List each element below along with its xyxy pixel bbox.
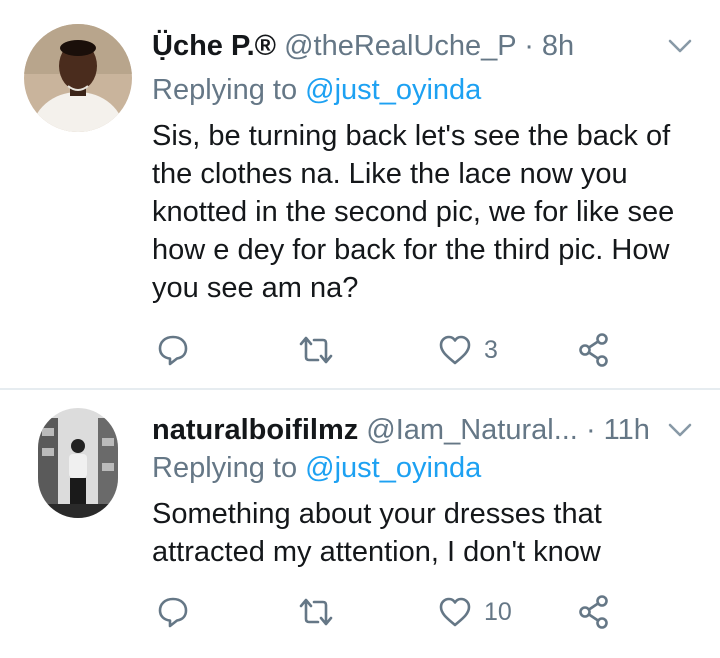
- mention-link[interactable]: @just_oyinda: [305, 452, 481, 484]
- tweet[interactable]: Ụ̈che P.® @theRealUche_P · 8h Replying t…: [0, 0, 720, 388]
- replying-to: Replying to @just_oyinda: [152, 450, 481, 486]
- avatar[interactable]: [24, 24, 132, 132]
- reply-icon: [158, 335, 188, 366]
- reply-button[interactable]: [156, 330, 190, 370]
- replying-to: Replying to @just_oyinda: [152, 72, 481, 108]
- chevron-down-icon[interactable]: [666, 32, 694, 60]
- like-count: 3: [484, 335, 498, 364]
- replying-prefix: Replying to: [152, 452, 298, 484]
- chevron-down-icon[interactable]: [666, 416, 694, 444]
- timestamp[interactable]: 8h: [542, 30, 574, 62]
- timestamp[interactable]: 11h: [604, 414, 650, 446]
- share-button[interactable]: [578, 330, 610, 370]
- display-name[interactable]: naturalboifilmz: [152, 414, 358, 446]
- avatar[interactable]: [38, 408, 118, 518]
- separator: ·: [585, 414, 596, 446]
- tweet-text: Sis, be turning back let's see the back …: [152, 120, 675, 304]
- action-bar: 3: [152, 330, 632, 370]
- reply-button[interactable]: [156, 592, 190, 632]
- retweet-button[interactable]: [298, 330, 334, 370]
- tweet[interactable]: naturalboifilmz @Iam_Natural... · 11h Re…: [0, 390, 720, 658]
- display-name[interactable]: Ụ̈che P.®: [152, 30, 276, 62]
- heart-icon: [439, 597, 471, 627]
- share-icon: [579, 333, 608, 367]
- reply-icon: [158, 597, 188, 628]
- tweet-header: naturalboifilmz @Iam_Natural... · 11h: [152, 412, 650, 448]
- retweet-button[interactable]: [298, 592, 334, 632]
- user-handle[interactable]: @Iam_Natural...: [366, 414, 578, 446]
- tweet-header: Ụ̈che P.® @theRealUche_P · 8h: [152, 28, 650, 64]
- like-count: 10: [484, 597, 512, 626]
- share-icon: [579, 595, 608, 629]
- share-button[interactable]: [578, 592, 610, 632]
- retweet-icon: [299, 598, 333, 626]
- replying-prefix: Replying to: [152, 74, 298, 106]
- heart-icon: [439, 335, 471, 365]
- like-button[interactable]: 3: [438, 330, 498, 370]
- like-button[interactable]: 10: [438, 592, 512, 632]
- mention-link[interactable]: @just_oyinda: [305, 74, 481, 106]
- separator: ·: [524, 30, 534, 62]
- retweet-icon: [299, 336, 333, 364]
- action-bar: 10: [152, 592, 632, 632]
- tweet-text: Something about your dresses that attrac…: [152, 498, 602, 568]
- user-handle[interactable]: @theRealUche_P: [284, 30, 516, 62]
